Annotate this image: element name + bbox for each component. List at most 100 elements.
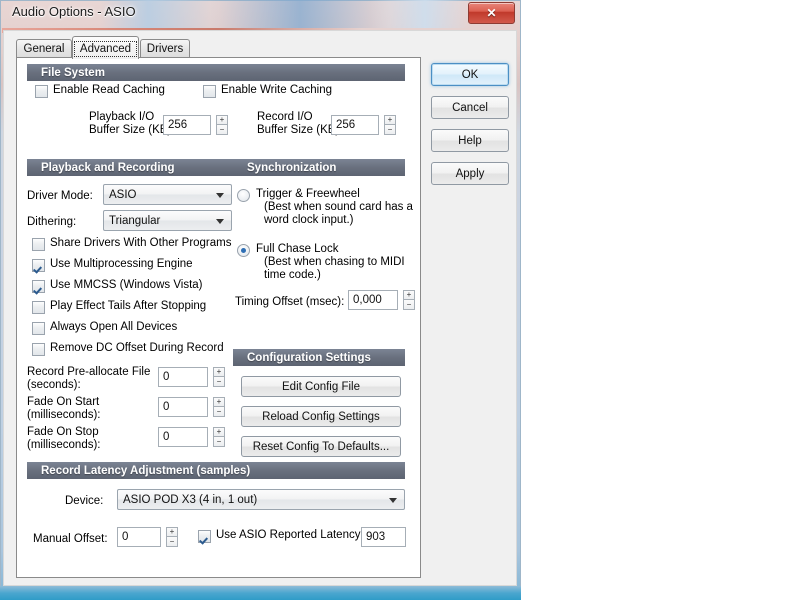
window-title: Audio Options - ASIO — [12, 4, 136, 19]
window-bottom-glow — [0, 586, 521, 600]
trigger-freewheel-radio[interactable] — [237, 189, 250, 202]
spinner-up-icon[interactable]: + — [384, 115, 396, 125]
always-open-devices-label: Always Open All Devices — [50, 321, 178, 333]
manual-offset-label: Manual Offset: — [33, 533, 108, 545]
chevron-down-icon — [216, 218, 224, 224]
dialog-client-area: General Advanced Drivers File System Ena… — [3, 30, 517, 586]
remove-dc-offset-checkbox[interactable] — [32, 343, 45, 356]
fade-on-start-spinner[interactable]: + − — [213, 397, 225, 417]
chevron-down-icon — [216, 192, 224, 198]
play-effect-tails-checkbox[interactable] — [32, 301, 45, 314]
playback-buffer-spinner[interactable]: + − — [216, 115, 228, 135]
device-combo[interactable]: ASIO POD X3 (4 in, 1 out) — [117, 489, 405, 510]
fade-on-stop-label-line2: (milliseconds): — [27, 439, 101, 451]
enable-write-caching-label: Enable Write Caching — [221, 84, 333, 96]
use-mmcss-checkbox[interactable] — [32, 280, 45, 293]
manual-offset-input[interactable] — [117, 527, 161, 547]
always-open-devices-checkbox[interactable] — [32, 322, 45, 335]
close-icon: ✕ — [486, 6, 497, 20]
fade-on-start-input[interactable] — [158, 397, 208, 417]
spinner-down-icon[interactable]: − — [213, 407, 225, 417]
dithering-value: Triangular — [109, 214, 161, 227]
manual-offset-spinner[interactable]: + − — [166, 527, 178, 547]
fade-on-stop-input[interactable] — [158, 427, 208, 447]
section-header-synchronization: Synchronization — [233, 159, 405, 176]
trigger-freewheel-hint-line1: (Best when sound card has a — [264, 201, 413, 213]
spinner-down-icon[interactable]: − — [216, 125, 228, 135]
record-buffer-label-line2: Buffer Size (KB): — [257, 124, 343, 136]
close-button[interactable]: ✕ — [468, 2, 515, 24]
spinner-up-icon[interactable]: + — [403, 290, 415, 300]
device-label: Device: — [65, 495, 104, 507]
record-buffer-label-line1: Record I/O — [257, 111, 313, 123]
advanced-tab-panel: File System Enable Read Caching Enable W… — [16, 57, 421, 578]
driver-mode-combo[interactable]: ASIO — [103, 184, 232, 205]
spinner-up-icon[interactable]: + — [213, 397, 225, 407]
dithering-label: Dithering: — [27, 216, 77, 228]
edit-config-file-button[interactable]: Edit Config File — [241, 376, 401, 397]
fade-on-start-label-line2: (milliseconds): — [27, 409, 101, 421]
ok-button[interactable]: OK — [431, 63, 509, 86]
record-prealloc-label-line2: (seconds): — [27, 379, 81, 391]
dithering-combo[interactable]: Triangular — [103, 210, 232, 231]
reload-config-settings-button[interactable]: Reload Config Settings — [241, 406, 401, 427]
chevron-down-icon — [389, 497, 397, 503]
enable-write-caching-checkbox[interactable] — [203, 85, 216, 98]
fade-on-stop-spinner[interactable]: + − — [213, 427, 225, 447]
apply-button[interactable]: Apply — [431, 162, 509, 185]
section-header-configuration-settings: Configuration Settings — [233, 349, 405, 366]
spinner-down-icon[interactable]: − — [166, 537, 178, 547]
playback-buffer-label-line2: Buffer Size (KB): — [89, 124, 175, 136]
share-drivers-label: Share Drivers With Other Programs — [50, 237, 232, 249]
tab-advanced-label: Advanced — [73, 40, 138, 57]
trigger-freewheel-hint-line2: word clock input.) — [264, 214, 354, 226]
spinner-up-icon[interactable]: + — [216, 115, 228, 125]
remove-dc-offset-label: Remove DC Offset During Record — [50, 342, 224, 354]
device-value: ASIO POD X3 (4 in, 1 out) — [123, 493, 258, 506]
use-asio-reported-latency-checkbox[interactable] — [198, 530, 211, 543]
tab-general[interactable]: General — [16, 39, 72, 58]
use-multiprocessing-checkbox[interactable] — [32, 259, 45, 272]
audio-options-window: Audio Options - ASIO ✕ General Advanced … — [0, 0, 521, 600]
enable-read-caching-checkbox[interactable] — [35, 85, 48, 98]
cancel-button[interactable]: Cancel — [431, 96, 509, 119]
full-chase-lock-hint-line1: (Best when chasing to MIDI — [264, 256, 405, 268]
spinner-down-icon[interactable]: − — [213, 377, 225, 387]
spinner-down-icon[interactable]: − — [384, 125, 396, 135]
section-header-file-system: File System — [27, 64, 405, 81]
record-buffer-input[interactable] — [331, 115, 379, 135]
section-header-playback-recording: Playback and Recording — [27, 159, 237, 176]
section-header-record-latency: Record Latency Adjustment (samples) — [27, 462, 405, 479]
spinner-up-icon[interactable]: + — [213, 367, 225, 377]
share-drivers-checkbox[interactable] — [32, 238, 45, 251]
spinner-down-icon[interactable]: − — [213, 437, 225, 447]
use-asio-reported-latency-label: Use ASIO Reported Latency: — [216, 529, 364, 541]
full-chase-lock-radio[interactable] — [237, 244, 250, 257]
full-chase-lock-hint-line2: time code.) — [264, 269, 321, 281]
tab-drivers[interactable]: Drivers — [140, 39, 190, 58]
driver-mode-value: ASIO — [109, 188, 137, 201]
record-buffer-spinner[interactable]: + − — [384, 115, 396, 135]
full-chase-lock-label: Full Chase Lock — [256, 243, 339, 255]
asio-reported-latency-value[interactable] — [361, 527, 406, 547]
spinner-up-icon[interactable]: + — [213, 427, 225, 437]
play-effect-tails-label: Play Effect Tails After Stopping — [50, 300, 207, 312]
record-prealloc-label-line1: Record Pre-allocate File — [27, 366, 151, 378]
spinner-down-icon[interactable]: − — [403, 300, 415, 310]
record-prealloc-input[interactable] — [158, 367, 208, 387]
enable-read-caching-label: Enable Read Caching — [53, 84, 165, 96]
fade-on-stop-label-line1: Fade On Stop — [27, 426, 99, 438]
tab-drivers-label: Drivers — [146, 43, 184, 55]
playback-buffer-input[interactable] — [163, 115, 211, 135]
use-multiprocessing-label: Use Multiprocessing Engine — [50, 258, 193, 270]
help-button[interactable]: Help — [431, 129, 509, 152]
record-prealloc-spinner[interactable]: + − — [213, 367, 225, 387]
tab-advanced[interactable]: Advanced — [72, 36, 139, 59]
timing-offset-input[interactable] — [348, 290, 398, 310]
trigger-freewheel-label: Trigger & Freewheel — [256, 188, 360, 200]
title-bar[interactable]: Audio Options - ASIO ✕ — [0, 0, 521, 28]
reset-config-to-defaults-button[interactable]: Reset Config To Defaults... — [241, 436, 401, 457]
driver-mode-label: Driver Mode: — [27, 190, 93, 202]
timing-offset-spinner[interactable]: + − — [403, 290, 415, 310]
spinner-up-icon[interactable]: + — [166, 527, 178, 537]
